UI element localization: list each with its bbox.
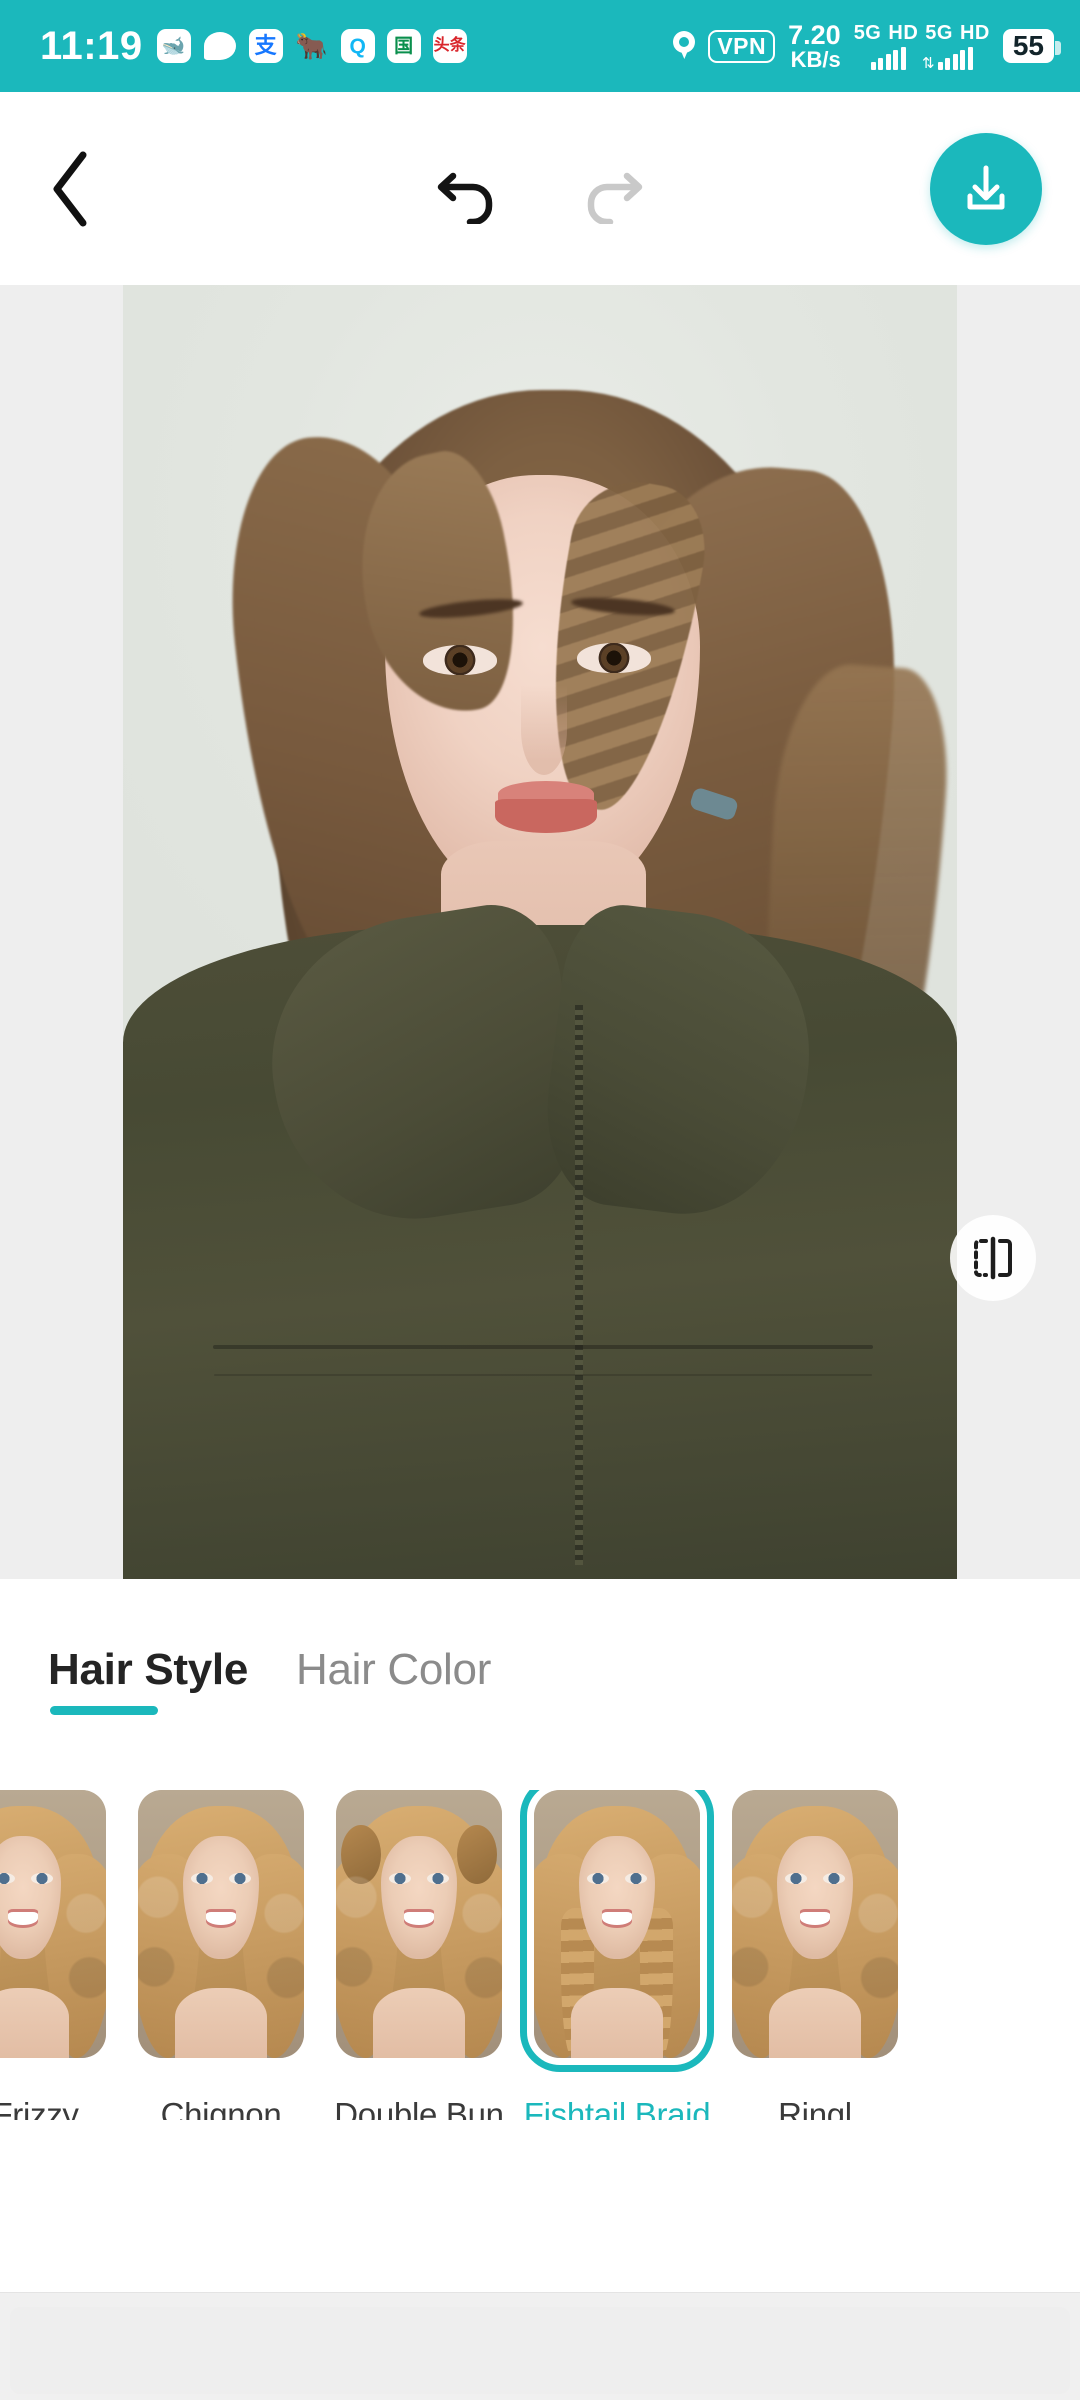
back-button[interactable] bbox=[28, 146, 114, 232]
thumb-art bbox=[0, 1790, 106, 2058]
download-icon bbox=[967, 165, 1005, 209]
sim2-hd-label: HD bbox=[959, 22, 990, 44]
photo-lip-lower bbox=[495, 799, 597, 833]
alipay-icon: 支 bbox=[248, 29, 283, 63]
undo-button[interactable] bbox=[425, 146, 511, 232]
signal-labels: 5G HD 5G HD bbox=[854, 22, 990, 45]
location-pin-icon bbox=[673, 31, 696, 61]
signal-group: 5G HD 5G HD ⇅ bbox=[854, 22, 990, 72]
thumb-art bbox=[138, 1790, 304, 2058]
style-thumbnail[interactable] bbox=[336, 1790, 502, 2058]
thumb-art bbox=[732, 1790, 898, 2058]
network-speed: 7.20 KB/s bbox=[788, 19, 841, 72]
style-thumbnail[interactable] bbox=[732, 1790, 898, 2058]
nation-app-icon: 国 bbox=[386, 29, 421, 63]
cow-app-icon: 🐂 bbox=[295, 31, 328, 61]
style-option-label: Fishtail Braid bbox=[523, 2096, 711, 2120]
tab-hair-color[interactable]: Hair Color bbox=[296, 1645, 491, 1721]
style-option-label: Ringl bbox=[778, 2096, 852, 2120]
history-controls bbox=[425, 146, 655, 232]
redo-icon bbox=[587, 172, 643, 224]
battery-indicator: 55 bbox=[1002, 29, 1062, 63]
style-option-chignon[interactable]: Chignon bbox=[138, 1790, 304, 2120]
sim1-network-label: 5G bbox=[853, 22, 882, 44]
style-option-label: y Frizzy bbox=[0, 2096, 79, 2120]
bottom-tray-surface bbox=[10, 2307, 1070, 2394]
style-option-fishtail-braid[interactable]: Fishtail Braid bbox=[520, 1790, 714, 2120]
sim1-hd-label: HD bbox=[888, 22, 919, 44]
whale-app-icon: 🐋 bbox=[156, 29, 191, 63]
signal-bars-group: ⇅ bbox=[870, 47, 973, 72]
tab-bar: Hair Style Hair Color bbox=[0, 1579, 1080, 1721]
photo-eye-right bbox=[577, 643, 651, 673]
status-bar-left: 11:19 🐋 支 🐂 Q 国 头条 bbox=[40, 24, 467, 69]
redo-button[interactable] bbox=[569, 146, 655, 232]
sim2-signal-bars-icon: ⇅ bbox=[921, 47, 973, 72]
style-option-label: Chignon bbox=[160, 2096, 282, 2120]
status-notification-icons: 🐋 支 🐂 Q 国 头条 bbox=[156, 29, 467, 63]
download-button[interactable] bbox=[930, 132, 1042, 245]
editor-toolbar bbox=[0, 92, 1080, 285]
sim1-signal-bars-icon bbox=[870, 47, 906, 70]
style-thumbnail-selected[interactable] bbox=[520, 1790, 714, 2072]
style-option-frizzy[interactable]: y Frizzy bbox=[0, 1790, 106, 2120]
hair-style-carousel[interactable]: y Frizzy Chignon bbox=[0, 1790, 1080, 2120]
preview-photo[interactable] bbox=[123, 285, 957, 1579]
compare-button[interactable] bbox=[950, 1215, 1036, 1301]
thumb-art bbox=[336, 1790, 502, 2058]
status-bar: 11:19 🐋 支 🐂 Q 国 头条 VPN 7.20 KB/s 5G HD 5… bbox=[0, 0, 1080, 92]
data-transfer-icon: ⇅ bbox=[921, 55, 935, 72]
photo-jacket-zipper bbox=[575, 1005, 583, 1565]
chat-bubble-icon bbox=[203, 29, 237, 63]
image-canvas[interactable] bbox=[0, 285, 1080, 1579]
style-thumbnail[interactable] bbox=[0, 1790, 106, 2058]
tab-hair-color-label: Hair Color bbox=[296, 1645, 492, 1694]
tab-hair-style-label: Hair Style bbox=[48, 1645, 248, 1694]
photo-eye-left bbox=[423, 645, 497, 675]
toutiao-icon: 头条 bbox=[432, 29, 467, 63]
editor-bottom-panel: Hair Style Hair Color Frizzy Chignon Dou… bbox=[0, 1579, 1080, 2292]
style-option-label: Double Bun bbox=[334, 2096, 504, 2120]
style-option-double-bun[interactable]: Double Bun bbox=[334, 1790, 504, 2120]
vpn-badge: VPN bbox=[708, 29, 776, 63]
app-screen: 11:19 🐋 支 🐂 Q 国 头条 VPN 7.20 KB/s 5G HD 5… bbox=[0, 0, 1080, 2400]
sim2-network-label: 5G bbox=[925, 22, 953, 44]
status-time: 11:19 bbox=[40, 23, 143, 68]
photo-nose bbox=[521, 685, 567, 775]
bottom-tray bbox=[0, 2292, 1080, 2400]
photo-jacket-seam bbox=[213, 1345, 873, 1349]
thumb-art bbox=[534, 1790, 700, 2058]
compare-icon bbox=[974, 1236, 1012, 1280]
network-speed-value: 7.20 bbox=[788, 19, 841, 50]
network-speed-unit: KB/s bbox=[790, 46, 841, 72]
undo-icon bbox=[437, 172, 493, 224]
qq-icon: Q bbox=[340, 29, 375, 63]
style-thumbnail[interactable] bbox=[138, 1790, 304, 2058]
status-bar-right: VPN 7.20 KB/s 5G HD 5G HD ⇅ 55 bbox=[673, 19, 1062, 72]
tab-hair-style[interactable]: Hair Style bbox=[48, 1645, 248, 1721]
style-option-ringlets[interactable]: Ringl bbox=[732, 1790, 898, 2120]
